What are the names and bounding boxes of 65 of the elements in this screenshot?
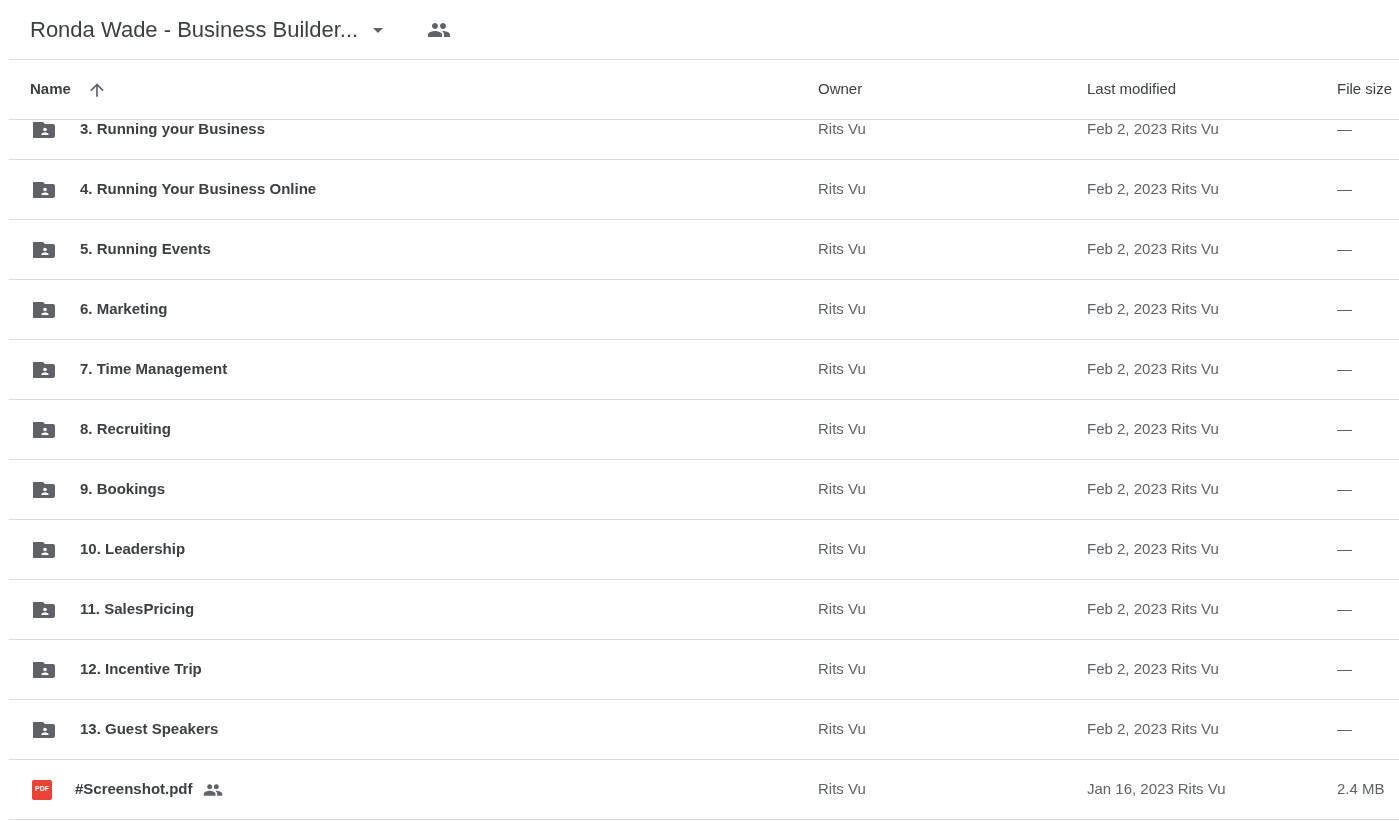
owner-name: Rits Vu [818,659,867,680]
folder-title[interactable]: Ronda Wade - Business Builder... [30,13,359,46]
name-column-header[interactable]: Name [30,78,71,101]
owner-name: Rits Vu [818,479,867,500]
owner-name: Rits Vu [818,359,867,380]
file-size: — [1337,239,1353,260]
file-name[interactable]: 7. Time Management [80,358,228,381]
modified-date: Feb 2, 2023 [1087,359,1168,380]
modified-by: Rits Vu [1171,120,1219,140]
modified-date: Feb 2, 2023 [1087,479,1168,500]
owner-name: Rits Vu [818,120,867,140]
modified-date: Feb 2, 2023 [1087,179,1168,200]
modified-by: Rits Vu [1171,299,1219,320]
file-size: 2.4 MB [1337,779,1386,800]
modified-date: Feb 2, 2023 [1087,299,1168,320]
column-header[interactable]: Owner [818,78,863,101]
modified-by: Rits Vu [1171,719,1219,740]
file-name[interactable]: 5. Running Events [80,238,211,261]
modified-date: Feb 2, 2023 [1087,659,1168,680]
file-name[interactable]: 13. Guest Speakers [80,718,219,741]
modified-by: Rits Vu [1171,239,1219,260]
modified-by: Rits Vu [1171,179,1219,200]
modified-date: Feb 2, 2023 [1087,599,1168,620]
column-header[interactable]: Last modified [1087,78,1177,101]
owner-name: Rits Vu [818,179,867,200]
modified-date: Feb 2, 2023 [1087,719,1168,740]
file-name[interactable]: 8. Recruiting [80,418,171,441]
owner-name: Rits Vu [818,239,867,260]
owner-name: Rits Vu [818,419,867,440]
file-name[interactable]: 10. Leadership [80,538,186,561]
owner-name: Rits Vu [818,779,867,800]
file-size: — [1337,479,1353,500]
modified-date: Feb 2, 2023 [1087,539,1168,560]
file-name[interactable]: 9. Bookings [80,478,165,501]
file-name[interactable]: 11. SalesPricing [80,598,195,621]
file-name[interactable]: 3. Running your Business [80,120,266,141]
modified-date: Feb 2, 2023 [1087,419,1168,440]
file-size: — [1337,539,1353,560]
modified-by: Rits Vu [1177,779,1226,800]
column-header[interactable]: File size [1337,78,1392,101]
file-name[interactable]: 6. Marketing [80,298,168,321]
file-name[interactable]: 12. Incentive Trip [80,658,202,681]
owner-name: Rits Vu [818,539,867,560]
file-size: — [1337,179,1353,200]
modified-by: Rits Vu [1171,539,1219,560]
file-name[interactable]: #Screenshot.pdf [75,778,193,801]
modified-by: Rits Vu [1171,359,1219,380]
owner-name: Rits Vu [818,299,867,320]
file-size: — [1337,419,1353,440]
file-size: — [1337,659,1353,680]
modified-date: Feb 2, 2023 [1087,239,1168,260]
file-size: — [1337,299,1353,320]
file-size: — [1337,120,1353,140]
file-size: — [1337,359,1353,380]
owner-name: Rits Vu [818,719,867,740]
modified-date: Feb 2, 2023 [1087,120,1168,140]
file-name[interactable]: 4. Running Your Business Online [80,178,317,201]
owner-name: Rits Vu [818,599,867,620]
modified-by: Rits Vu [1171,599,1219,620]
modified-by: Rits Vu [1171,659,1219,680]
modified-date: Jan 16, 2023 [1087,779,1174,800]
modified-by: Rits Vu [1171,419,1219,440]
file-size: — [1337,599,1353,620]
file-size: — [1337,719,1353,740]
modified-by: Rits Vu [1171,479,1219,500]
